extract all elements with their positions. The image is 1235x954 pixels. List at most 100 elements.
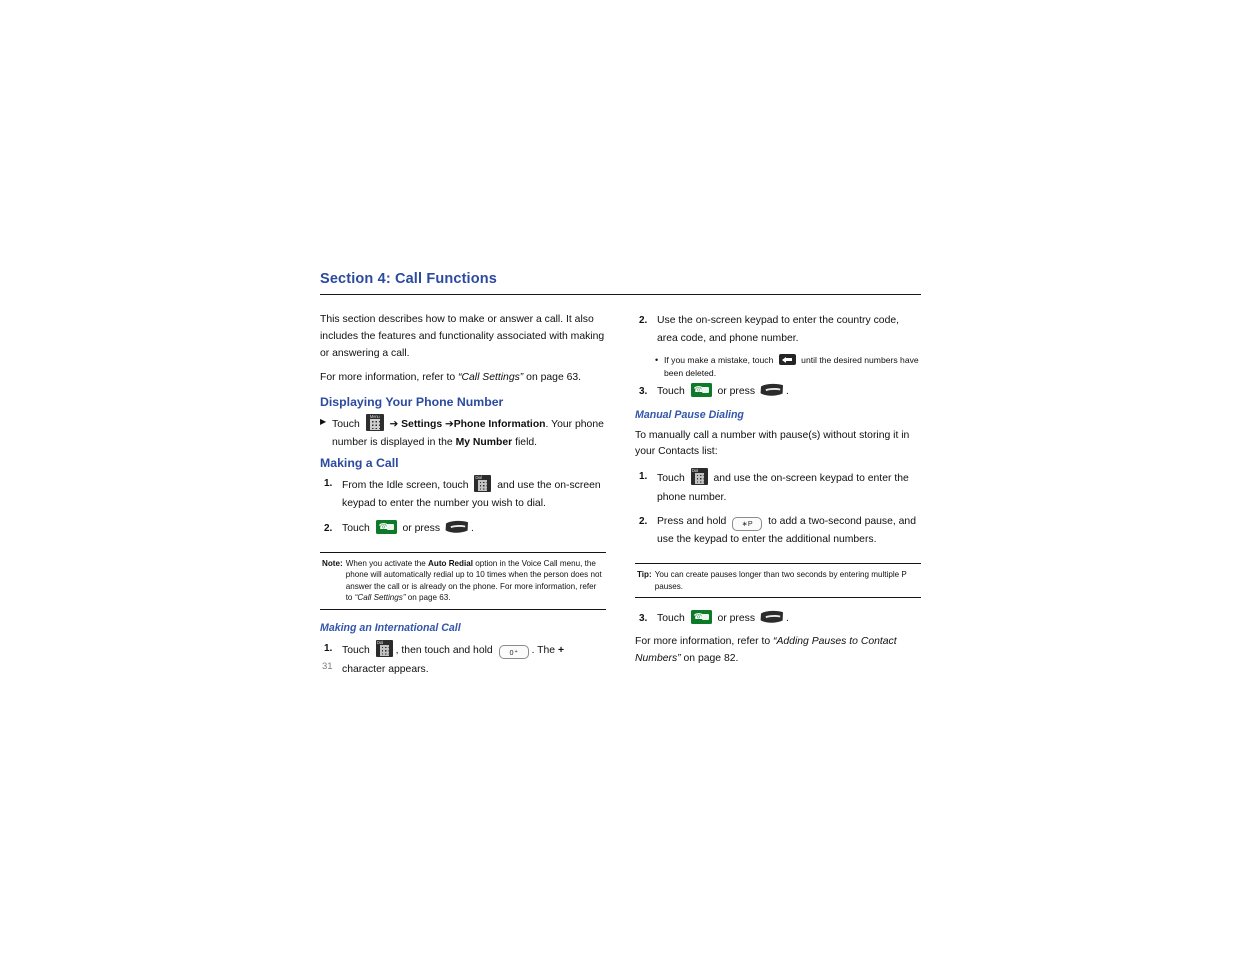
step-text-2: , then touch and hold — [395, 645, 493, 657]
step-number: 3. — [639, 386, 648, 398]
tip-inner: Tip: You can create pauses longer than t… — [637, 569, 919, 592]
auto-redial-label: Auto Redial — [428, 558, 473, 568]
step-text-2: or press — [402, 522, 441, 534]
step-text-1: Touch — [342, 645, 370, 657]
manual-pause-step-3: 3. Touch ☎ or press . — [635, 610, 921, 628]
note-link[interactable]: “Call Settings” — [355, 593, 406, 602]
sub-bullet-text-1: If you make a mistake, touch — [664, 355, 774, 366]
phone-information-label: Phone Information — [453, 419, 546, 431]
more-info-link[interactable]: “Call Settings” — [458, 372, 523, 383]
international-step-3: 3. Touch ☎ or press . — [635, 383, 921, 401]
step-body: Use the on-screen keypad to enter the co… — [657, 314, 900, 345]
green-call-button-icon[interactable]: ☎ — [375, 519, 397, 534]
green-call-button-icon[interactable]: ☎ — [690, 610, 712, 625]
displaying-step-text-5: field. — [515, 437, 538, 449]
tip-label: Tip: — [637, 570, 652, 580]
step-number: 2. — [324, 522, 333, 534]
step-text-1: Touch — [657, 473, 685, 485]
step-text-4: character appears. — [342, 663, 429, 675]
send-key-icon[interactable] — [445, 520, 469, 534]
step-number: 1. — [324, 643, 333, 655]
note-label: Note: — [322, 558, 343, 568]
displaying-step: ▶ Touch Menu ➔ Settings ➔Phone Informati… — [320, 414, 606, 452]
step-text-3: . — [470, 522, 474, 534]
heading-displaying-your-phone-number: Displaying Your Phone Number — [320, 395, 504, 410]
step-number: 3. — [639, 613, 648, 625]
manual-pause-step-2: 2. Press and hold ∗P to add a two-second… — [635, 513, 921, 549]
making-call-step-1: 1. From the Idle screen, touch Dial and … — [320, 475, 606, 513]
manual-pause-step-1: 1. Touch Dial and use the on-screen keyp… — [635, 468, 921, 506]
note-callout: Note: When you activate the Auto Redial … — [320, 551, 606, 610]
note-text: When you activate the Auto Redial option… — [346, 558, 604, 604]
step-text-1: Touch — [657, 613, 685, 625]
more-info-prefix: For more information, refer to — [320, 372, 456, 384]
two-column-layout: This section describes how to make or an… — [320, 312, 921, 685]
touch-label: Touch — [332, 419, 360, 431]
step-body: Touch ☎ or press . — [342, 519, 606, 538]
send-key-icon[interactable] — [760, 610, 784, 624]
star-p-key-icon[interactable]: ∗P — [732, 516, 763, 531]
step-body: From the Idle screen, touch Dial and use… — [342, 475, 606, 513]
intro-paragraph: This section describes how to make or an… — [320, 313, 605, 359]
step-text-1: Touch — [342, 522, 370, 534]
step-body: Press and hold ∗P to add a two-second pa… — [657, 513, 921, 549]
right-column: 2. Use the on-screen keypad to enter the… — [635, 312, 921, 685]
step-text-1: Press and hold — [657, 515, 727, 527]
closing-prefix: For more information, refer to — [635, 636, 771, 648]
step-text-2: or press — [717, 386, 756, 398]
menu-keypad-icon[interactable]: Menu — [365, 414, 384, 432]
left-column: This section describes how to make or an… — [320, 312, 606, 685]
star-p-key-label: ∗P — [741, 518, 753, 528]
mistake-sub-bullet: • If you make a mistake, touch until the… — [655, 354, 921, 379]
backspace-key-icon[interactable] — [778, 354, 796, 366]
making-call-step-2: 2. Touch ☎ or press . — [320, 519, 606, 538]
note-text-1: When you activate the — [345, 558, 426, 568]
arrow-glyph-2: ➔ — [445, 419, 454, 431]
arrow-bullet-icon: ▶ — [320, 417, 327, 427]
section-title: Section 4: Call Functions — [320, 271, 497, 287]
step-number: 1. — [639, 471, 648, 483]
step-text-1: From the Idle screen, touch — [342, 480, 469, 492]
my-number-label: My Number — [455, 437, 513, 449]
step-number: 2. — [639, 515, 648, 527]
sub-bullet-body: If you make a mistake, touch until the d… — [664, 354, 921, 379]
send-key-icon[interactable] — [760, 383, 784, 397]
tip-text: You can create pauses longer than two se… — [654, 570, 907, 591]
plus-superscript: + — [514, 649, 518, 656]
international-step-1: 1. Touch Dial, then touch and hold 0+. T… — [320, 640, 606, 678]
step-body: Touch Dial and use the on-screen keypad … — [657, 468, 921, 506]
manual-page: Section 4: Call Functions This section d… — [0, 0, 1235, 954]
step-number: 2. — [639, 314, 648, 326]
dial-keypad-icon[interactable]: Dial — [690, 468, 708, 486]
tip-callout: Tip: You can create pauses longer than t… — [635, 563, 921, 599]
page-number: 31 — [322, 661, 333, 672]
plus-character-label: + — [557, 645, 565, 657]
more-info-suffix: on page 63. — [526, 372, 582, 384]
dial-keypad-icon[interactable]: Dial — [474, 475, 492, 493]
zero-plus-key-icon[interactable]: 0+ — [498, 645, 529, 660]
step-text-1: Touch — [657, 386, 685, 398]
closing-reference: For more information, refer to “Adding P… — [635, 634, 921, 668]
step-text-3: . — [785, 613, 789, 625]
international-step-2: 2. Use the on-screen keypad to enter the… — [635, 312, 921, 348]
step-body: Touch ☎ or press . — [657, 610, 921, 628]
title-divider — [320, 293, 921, 295]
note-text-3: on page 63. — [407, 593, 451, 603]
note-inner: Note: When you activate the Auto Redial … — [322, 558, 604, 604]
step-number: 1. — [324, 478, 333, 490]
heading-making-a-call: Making a Call — [320, 456, 399, 471]
dial-keypad-icon[interactable]: Dial — [375, 640, 393, 658]
more-info-line: For more information, refer to “Call Set… — [320, 370, 606, 387]
zero-key-label: 0 — [509, 648, 514, 658]
closing-suffix: on page 82. — [683, 653, 739, 665]
manual-pause-intro: To manually call a number with pause(s) … — [635, 430, 910, 458]
step-body: Touch ☎ or press . — [657, 383, 921, 401]
bullet-dot-icon: • — [655, 355, 659, 366]
green-call-button-icon[interactable]: ☎ — [690, 383, 712, 398]
step-text-3: . The — [531, 645, 556, 657]
settings-label: Settings — [401, 419, 443, 431]
step-text-2: or press — [717, 613, 756, 625]
page-content: Section 4: Call Functions This section d… — [320, 271, 921, 685]
step-body: Touch Dial, then touch and hold 0+. The … — [342, 640, 606, 678]
step-text-3: . — [785, 386, 789, 398]
